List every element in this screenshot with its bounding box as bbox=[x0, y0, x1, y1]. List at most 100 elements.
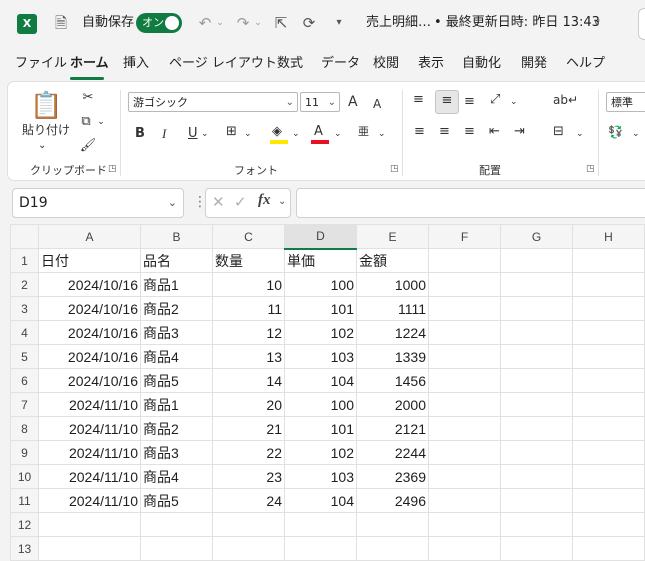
cell-g2[interactable] bbox=[500, 272, 573, 297]
bold-button[interactable]: B bbox=[135, 124, 145, 144]
cell-e5[interactable]: 1339 bbox=[356, 344, 429, 369]
tab-insert[interactable]: 挿入 bbox=[123, 54, 149, 74]
cell-c3[interactable]: 11 bbox=[212, 296, 285, 321]
cell-e4[interactable]: 1224 bbox=[356, 320, 429, 345]
cell-g12[interactable] bbox=[500, 512, 573, 537]
underline-dropdown-icon[interactable]: ⌄ bbox=[201, 124, 209, 144]
cell-c11[interactable]: 24 bbox=[212, 488, 285, 513]
tab-developer[interactable]: 開発 bbox=[521, 54, 547, 74]
cell-a5[interactable]: 2024/10/16 bbox=[38, 344, 141, 369]
row-header[interactable]: 10 bbox=[10, 464, 39, 489]
row-header[interactable]: 9 bbox=[10, 440, 39, 465]
row-header[interactable]: 11 bbox=[10, 488, 39, 513]
cell-d13[interactable] bbox=[284, 536, 357, 561]
row-header[interactable]: 12 bbox=[10, 512, 39, 537]
cell-d11[interactable]: 104 bbox=[284, 488, 357, 513]
paste-icon[interactable]: 📋 bbox=[30, 88, 62, 124]
copy-dropdown-icon[interactable]: ⌄ bbox=[96, 112, 106, 132]
cell-c12[interactable] bbox=[212, 512, 285, 537]
orientation-icon[interactable]: ⤢ bbox=[490, 90, 500, 110]
cell-f10[interactable] bbox=[428, 464, 501, 489]
cell-c8[interactable]: 21 bbox=[212, 416, 285, 441]
cell-a13[interactable] bbox=[38, 536, 141, 561]
cell-f12[interactable] bbox=[428, 512, 501, 537]
cell-e1[interactable]: 金額 bbox=[356, 248, 429, 273]
clipboard-launcher-icon[interactable]: ◳ bbox=[108, 164, 117, 174]
cell-c6[interactable]: 14 bbox=[212, 368, 285, 393]
cell-b8[interactable]: 商品2 bbox=[140, 416, 213, 441]
shrink-font-icon[interactable]: A bbox=[373, 94, 381, 114]
phonetic-dropdown-icon[interactable]: ⌄ bbox=[378, 124, 386, 144]
row-header[interactable]: 1 bbox=[10, 248, 39, 273]
column-header-c[interactable]: C bbox=[212, 224, 285, 249]
cell-h1[interactable] bbox=[572, 248, 645, 273]
cell-h4[interactable] bbox=[572, 320, 645, 345]
cell-d2[interactable]: 100 bbox=[284, 272, 357, 297]
align-center-icon[interactable]: ≡ bbox=[439, 122, 450, 142]
tab-help[interactable]: ヘルプ bbox=[566, 54, 605, 74]
phonetic-icon[interactable]: 亜 bbox=[358, 122, 369, 142]
tab-view[interactable]: 表示 bbox=[418, 54, 444, 74]
cell-g3[interactable] bbox=[500, 296, 573, 321]
cell-c7[interactable]: 20 bbox=[212, 392, 285, 417]
italic-button[interactable]: I bbox=[162, 124, 166, 144]
cell-e12[interactable] bbox=[356, 512, 429, 537]
cell-h11[interactable] bbox=[572, 488, 645, 513]
cell-e7[interactable]: 2000 bbox=[356, 392, 429, 417]
tab-home[interactable]: ホーム bbox=[70, 54, 109, 74]
cell-h5[interactable] bbox=[572, 344, 645, 369]
cell-a10[interactable]: 2024/11/10 bbox=[38, 464, 141, 489]
row-header[interactable]: 8 bbox=[10, 416, 39, 441]
decrease-indent-icon[interactable]: ⇤ bbox=[489, 122, 500, 142]
paste-dropdown-icon[interactable]: ⌄ bbox=[38, 136, 46, 156]
align-middle-icon[interactable]: ≡ bbox=[435, 90, 459, 114]
customize-qat-icon[interactable]: ▾ bbox=[328, 12, 350, 34]
increase-indent-icon[interactable]: ⇥ bbox=[514, 122, 525, 142]
alignment-launcher-icon[interactable]: ◳ bbox=[586, 164, 595, 174]
cell-e11[interactable]: 2496 bbox=[356, 488, 429, 513]
cell-g10[interactable] bbox=[500, 464, 573, 489]
column-header-g[interactable]: G bbox=[500, 224, 573, 249]
redo-dropdown-icon[interactable]: ⌄ bbox=[252, 12, 264, 34]
underline-button[interactable]: U bbox=[188, 124, 198, 144]
cell-a2[interactable]: 2024/10/16 bbox=[38, 272, 141, 297]
row-header[interactable]: 6 bbox=[10, 368, 39, 393]
cut-icon[interactable]: ✂ bbox=[78, 88, 98, 108]
tab-file[interactable]: ファイル bbox=[15, 54, 67, 74]
column-header-b[interactable]: B bbox=[140, 224, 213, 249]
cell-b12[interactable] bbox=[140, 512, 213, 537]
cell-h7[interactable] bbox=[572, 392, 645, 417]
cell-e8[interactable]: 2121 bbox=[356, 416, 429, 441]
chevron-down-icon[interactable]: ∨ bbox=[586, 12, 608, 34]
refresh-icon[interactable]: ⟳ bbox=[298, 12, 320, 34]
accounting-dropdown-icon[interactable]: ⌄ bbox=[632, 124, 640, 144]
align-bottom-icon[interactable]: ≡ bbox=[464, 92, 475, 112]
cell-e6[interactable]: 1456 bbox=[356, 368, 429, 393]
column-header-f[interactable]: F bbox=[428, 224, 501, 249]
cell-c4[interactable]: 12 bbox=[212, 320, 285, 345]
font-color-icon[interactable]: A bbox=[314, 122, 323, 142]
tab-review[interactable]: 校閲 bbox=[373, 54, 399, 74]
cell-f7[interactable] bbox=[428, 392, 501, 417]
merge-center-icon[interactable]: ⊟ bbox=[553, 122, 564, 142]
cell-b13[interactable] bbox=[140, 536, 213, 561]
formula-input[interactable] bbox=[296, 188, 645, 218]
borders-icon[interactable]: ⊞ bbox=[226, 122, 237, 142]
align-top-icon[interactable]: ≡ bbox=[413, 90, 424, 110]
cell-b6[interactable]: 商品5 bbox=[140, 368, 213, 393]
cell-a6[interactable]: 2024/10/16 bbox=[38, 368, 141, 393]
redo-icon[interactable]: ↷ bbox=[232, 12, 254, 34]
align-right-icon[interactable]: ≡ bbox=[464, 122, 475, 142]
cell-g13[interactable] bbox=[500, 536, 573, 561]
cell-f6[interactable] bbox=[428, 368, 501, 393]
insert-function-icon[interactable]: fx bbox=[258, 192, 271, 209]
cell-d4[interactable]: 102 bbox=[284, 320, 357, 345]
cell-g7[interactable] bbox=[500, 392, 573, 417]
row-header[interactable]: 3 bbox=[10, 296, 39, 321]
orientation-dropdown-icon[interactable]: ⌄ bbox=[510, 92, 518, 112]
cell-h2[interactable] bbox=[572, 272, 645, 297]
cell-h8[interactable] bbox=[572, 416, 645, 441]
cell-c10[interactable]: 23 bbox=[212, 464, 285, 489]
undo-icon[interactable]: ↶ bbox=[194, 12, 216, 34]
accounting-format-icon[interactable]: 💱 bbox=[608, 122, 623, 142]
